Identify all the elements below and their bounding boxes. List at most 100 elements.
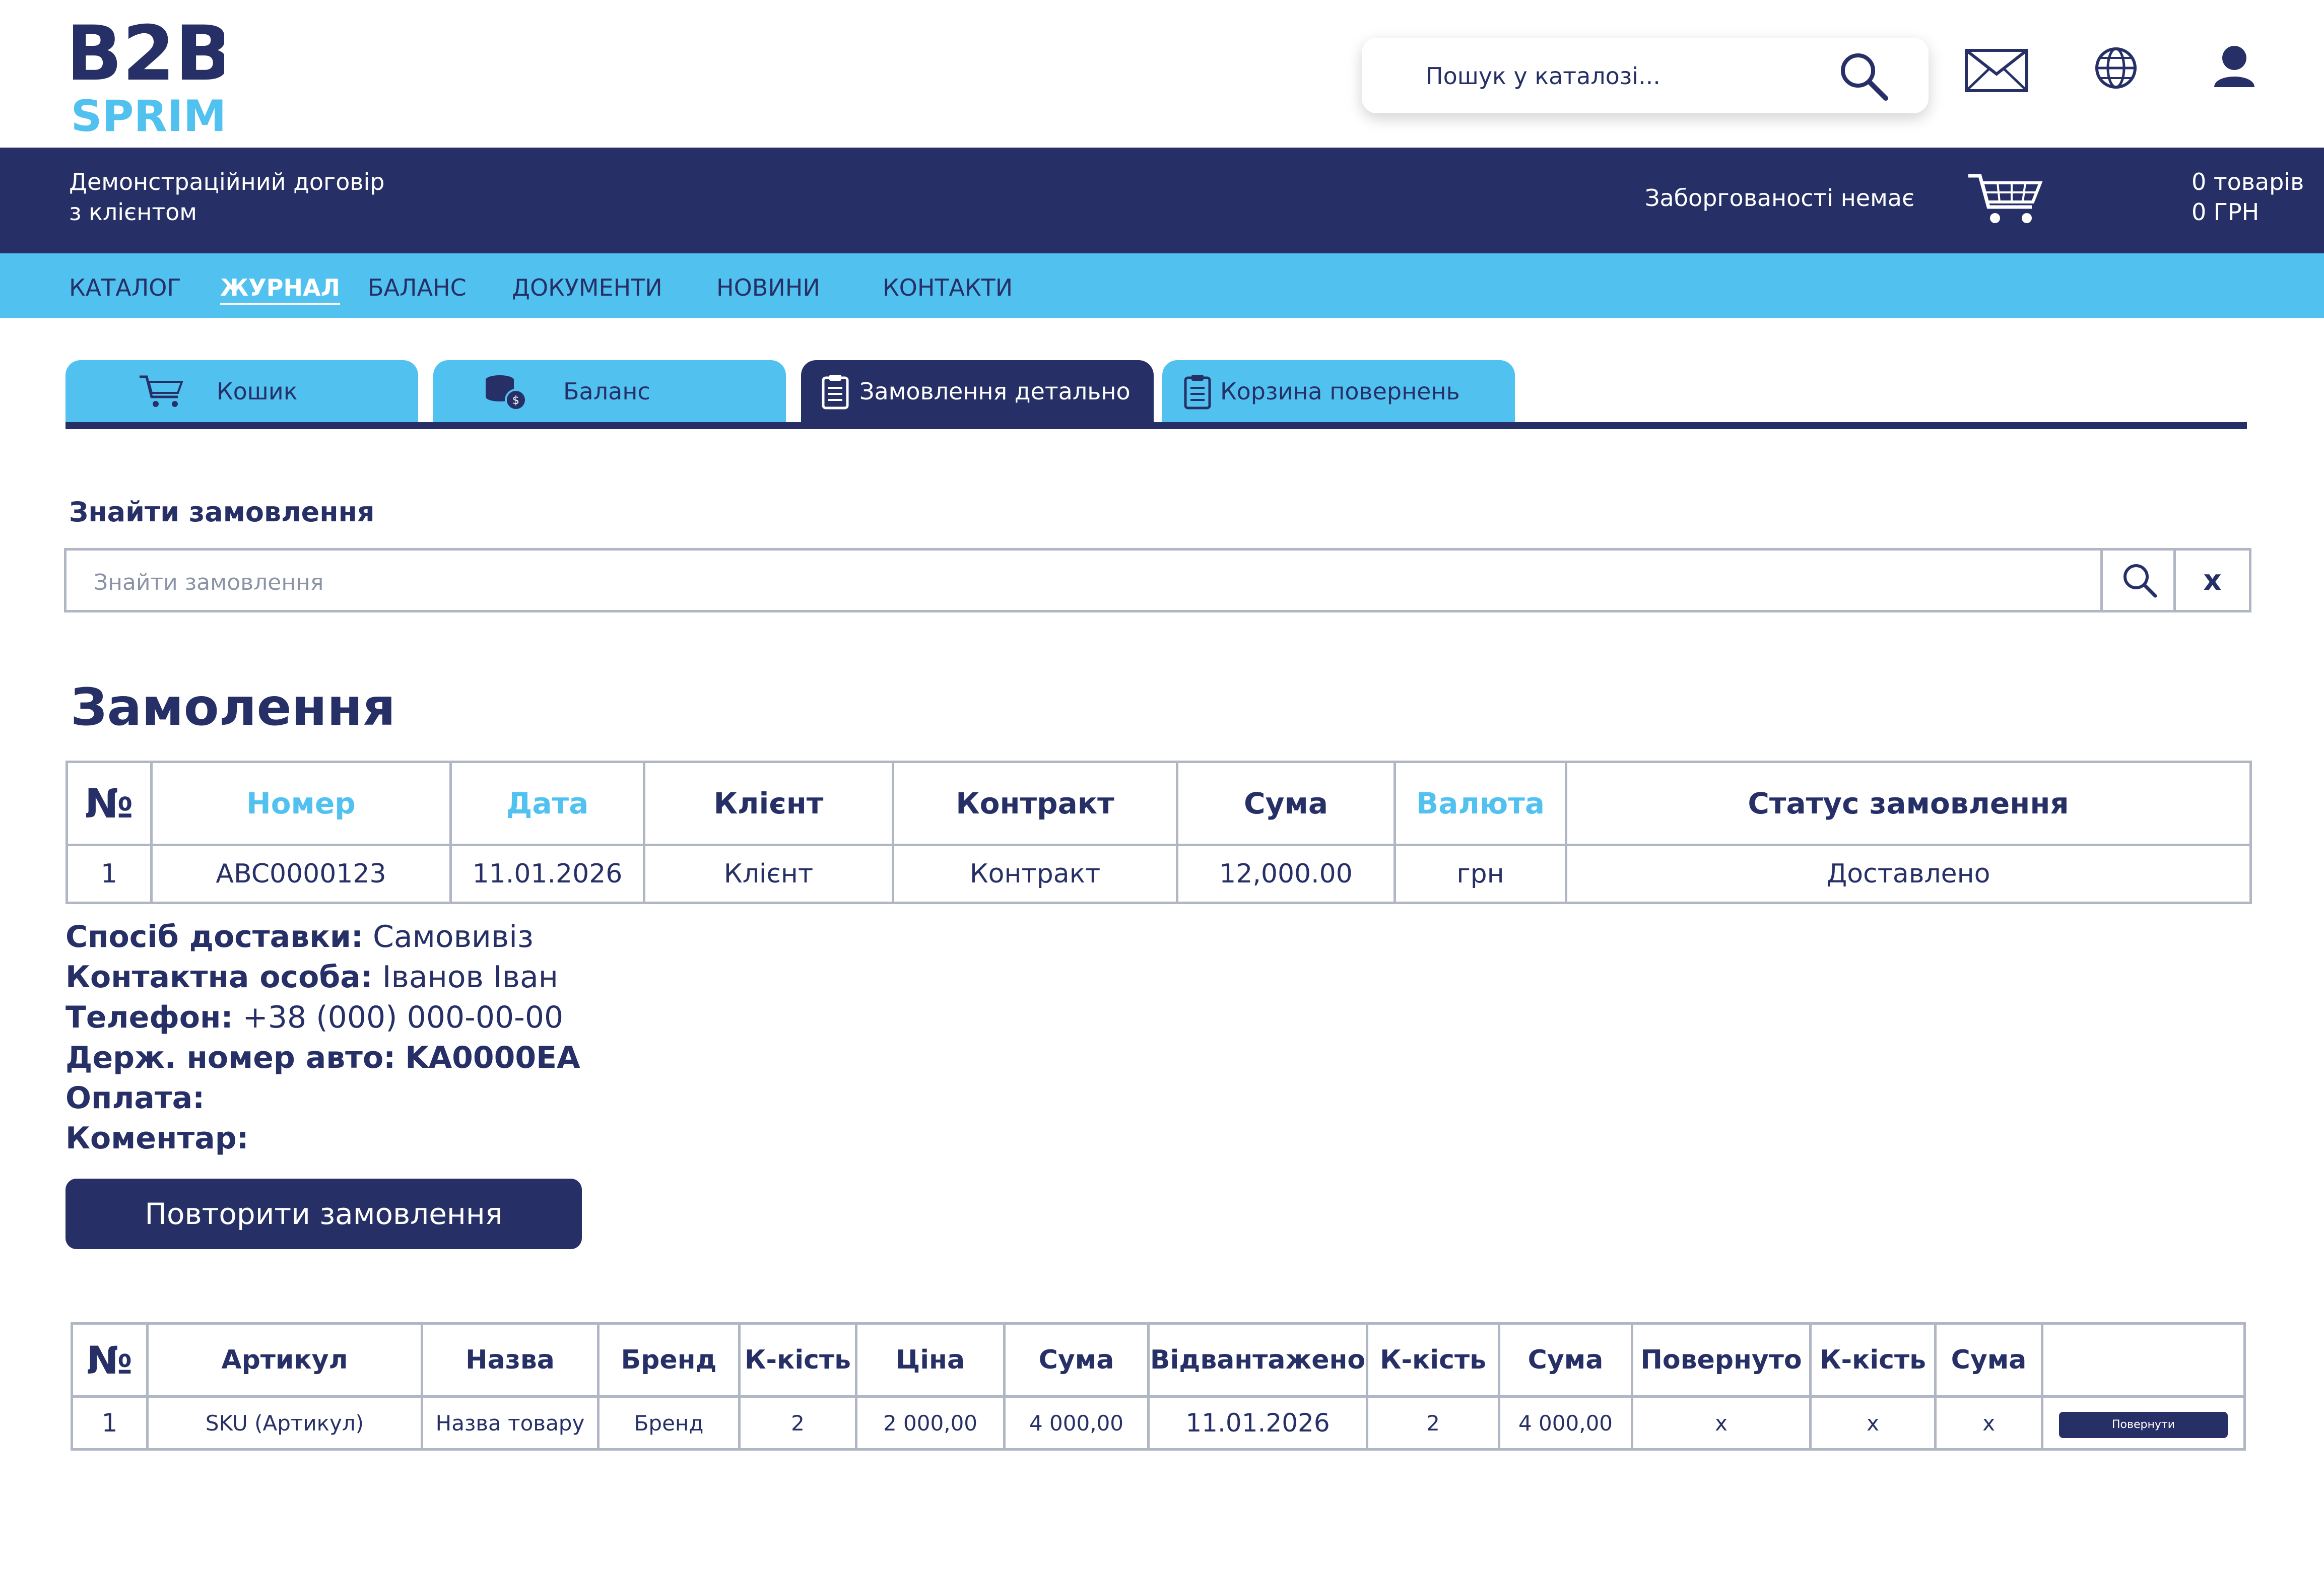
find-order-box: x bbox=[64, 548, 2251, 612]
tab-order-details[interactable]: Замовлення детально bbox=[801, 360, 1154, 422]
repeat-order-button[interactable]: Повторити замовлення bbox=[65, 1179, 582, 1249]
menu-item-documents[interactable]: ДОКУМЕНТИ bbox=[512, 272, 662, 303]
phone-label: Телефон: bbox=[65, 1000, 233, 1035]
menu-item-catalog[interactable]: КАТАЛОГ bbox=[69, 272, 181, 303]
contract-line-1: Демонстраційний договір bbox=[69, 168, 385, 195]
payment-line: Оплата: bbox=[65, 1078, 1073, 1118]
col-header-actions bbox=[2041, 1322, 2246, 1398]
tab-returns-cart-label: Корзина повернень bbox=[1220, 378, 1460, 405]
col-header-contract: Контракт bbox=[892, 761, 1178, 846]
contract-line-2: з клієнтом bbox=[69, 198, 197, 226]
col-header-shipped: Відвантажено bbox=[1147, 1322, 1368, 1398]
catalog-search-input[interactable] bbox=[1425, 55, 1840, 97]
tab-returns-cart[interactable]: Корзина повернень bbox=[1162, 360, 1515, 422]
car-value: KA0000EA bbox=[405, 1040, 580, 1075]
cell-returned-quantity: x bbox=[1809, 1395, 1937, 1451]
cell-shipped-quantity: 2 bbox=[1366, 1395, 1500, 1451]
cart-icon[interactable] bbox=[1967, 172, 2043, 227]
col-header-currency[interactable]: Валюта bbox=[1393, 761, 1567, 846]
globe-icon[interactable] bbox=[2091, 43, 2141, 98]
table-row[interactable]: 1 ABC0000123 11.01.2026 Клієнт Контракт … bbox=[65, 844, 2252, 904]
cell-contract: Контракт bbox=[892, 844, 1178, 904]
car-line: Держ. номер авто: KA0000EA bbox=[65, 1038, 1073, 1078]
clipboard-icon bbox=[820, 373, 850, 411]
orders-header-row: № Номер Дата Клієнт Контракт Сума Валюта… bbox=[65, 761, 2252, 846]
col-header-brand: Бренд bbox=[597, 1322, 741, 1398]
find-order-clear-button[interactable]: x bbox=[2173, 551, 2249, 610]
contact-line: Контактна особа: Іванов Іван bbox=[65, 957, 1073, 997]
items-header-row: № Артикул Назва Бренд К-кість Ціна Сума … bbox=[71, 1322, 2246, 1398]
orders-table: № Номер Дата Клієнт Контракт Сума Валюта… bbox=[65, 761, 2252, 904]
cell-index: 1 bbox=[71, 1395, 149, 1451]
delivery-label: Спосіб доставки: bbox=[65, 919, 363, 954]
tab-balance-label: Баланс bbox=[563, 378, 650, 405]
menu-item-balance[interactable]: БАЛАНС bbox=[368, 272, 467, 303]
comment-line: Коментар: bbox=[65, 1118, 1073, 1158]
main-menu: КАТАЛОГ ЖУРНАЛ БАЛАНС ДОКУМЕНТИ НОВИНИ К… bbox=[0, 253, 2324, 318]
cell-client: Клієнт bbox=[643, 844, 894, 904]
cell-price: 2 000,00 bbox=[855, 1395, 1006, 1451]
car-label: Держ. номер авто: bbox=[65, 1040, 396, 1075]
cart-summary[interactable]: 0 товарів 0 ГРН bbox=[2192, 167, 2304, 227]
contract-bar: Демонстраційний договір з клієнтом Забор… bbox=[0, 148, 2324, 253]
col-header-date[interactable]: Дата bbox=[449, 761, 645, 846]
col-header-name: Назва bbox=[421, 1322, 600, 1398]
col-header-number-sign: № bbox=[71, 1322, 149, 1398]
clipboard-icon bbox=[1182, 373, 1213, 411]
mail-icon[interactable] bbox=[1964, 43, 2029, 98]
cell-order-number: ABC0000123 bbox=[150, 844, 452, 904]
cell-name: Назва товару bbox=[421, 1395, 600, 1451]
tab-underline bbox=[65, 422, 2247, 429]
coins-icon: $ bbox=[484, 373, 529, 411]
col-header-sum: Сума bbox=[1003, 1322, 1150, 1398]
tab-cart[interactable]: Кошик bbox=[65, 360, 418, 422]
col-header-returned-sum: Сума bbox=[1934, 1322, 2043, 1398]
col-header-number-sign: № bbox=[65, 761, 153, 846]
cell-returned: x bbox=[1631, 1395, 1812, 1451]
tab-balance[interactable]: $ Баланс bbox=[433, 360, 786, 422]
orders-section-title: Замолення bbox=[71, 677, 396, 737]
comment-label: Коментар: bbox=[65, 1121, 249, 1156]
table-row: 1 SKU (Артикул) Назва товару Бренд 2 2 0… bbox=[71, 1395, 2246, 1451]
cart-icon bbox=[139, 373, 184, 411]
phone-value: +38 (000) 000-00-00 bbox=[242, 1000, 564, 1035]
cart-items-count: 0 товарів bbox=[2192, 168, 2304, 195]
clear-icon: x bbox=[2203, 564, 2222, 597]
tab-order-details-label: Замовлення детально bbox=[859, 378, 1131, 405]
col-header-sku: Артикул bbox=[146, 1322, 423, 1398]
col-header-order-status: Статус замовлення bbox=[1565, 761, 2252, 846]
order-details: Спосіб доставки: Самовивіз Контактна осо… bbox=[65, 917, 1073, 1158]
menu-item-contacts[interactable]: КОНТАКТИ bbox=[883, 272, 1013, 303]
cell-actions: Повернути bbox=[2041, 1395, 2246, 1451]
search-icon[interactable] bbox=[1838, 50, 1888, 101]
contact-label: Контактна особа: bbox=[65, 960, 373, 995]
col-header-shipped-sum: Сума bbox=[1498, 1322, 1633, 1398]
menu-item-news[interactable]: НОВИНИ bbox=[716, 272, 820, 303]
logo-text-b2b: B2B bbox=[73, 14, 224, 98]
tab-cart-label: Кошик bbox=[217, 378, 298, 405]
payment-label: Оплата: bbox=[65, 1080, 205, 1116]
cell-returned-sum: x bbox=[1934, 1395, 2043, 1451]
col-header-returned: Повернуто bbox=[1631, 1322, 1812, 1398]
find-order-label: Знайти замовлення bbox=[69, 496, 375, 528]
cart-total: 0 ГРН bbox=[2192, 198, 2260, 226]
contract-info[interactable]: Демонстраційний договір з клієнтом bbox=[69, 167, 472, 227]
contact-value: Іванов Іван bbox=[382, 960, 559, 995]
cell-quantity: 2 bbox=[738, 1395, 857, 1451]
find-order-input[interactable] bbox=[93, 562, 2100, 603]
cell-index: 1 bbox=[65, 844, 153, 904]
cell-shipped-date: 11.01.2026 bbox=[1147, 1395, 1368, 1451]
cell-date: 11.01.2026 bbox=[449, 844, 645, 904]
user-icon[interactable] bbox=[2209, 43, 2260, 98]
cell-currency: грн bbox=[1393, 844, 1567, 904]
delivery-value: Самовивіз bbox=[372, 919, 534, 954]
col-header-order-number[interactable]: Номер bbox=[150, 761, 452, 846]
return-button[interactable]: Повернути bbox=[2059, 1411, 2228, 1438]
col-header-sum: Сума bbox=[1176, 761, 1396, 846]
cell-brand: Бренд bbox=[597, 1395, 741, 1451]
menu-item-journal[interactable]: ЖУРНАЛ bbox=[220, 272, 340, 305]
logo[interactable]: B2B SPRIM bbox=[64, 10, 232, 142]
find-order-search-button[interactable] bbox=[2100, 551, 2176, 610]
cell-order-status: Доставлено bbox=[1565, 844, 2252, 904]
col-header-shipped-quantity: К-кість bbox=[1366, 1322, 1500, 1398]
